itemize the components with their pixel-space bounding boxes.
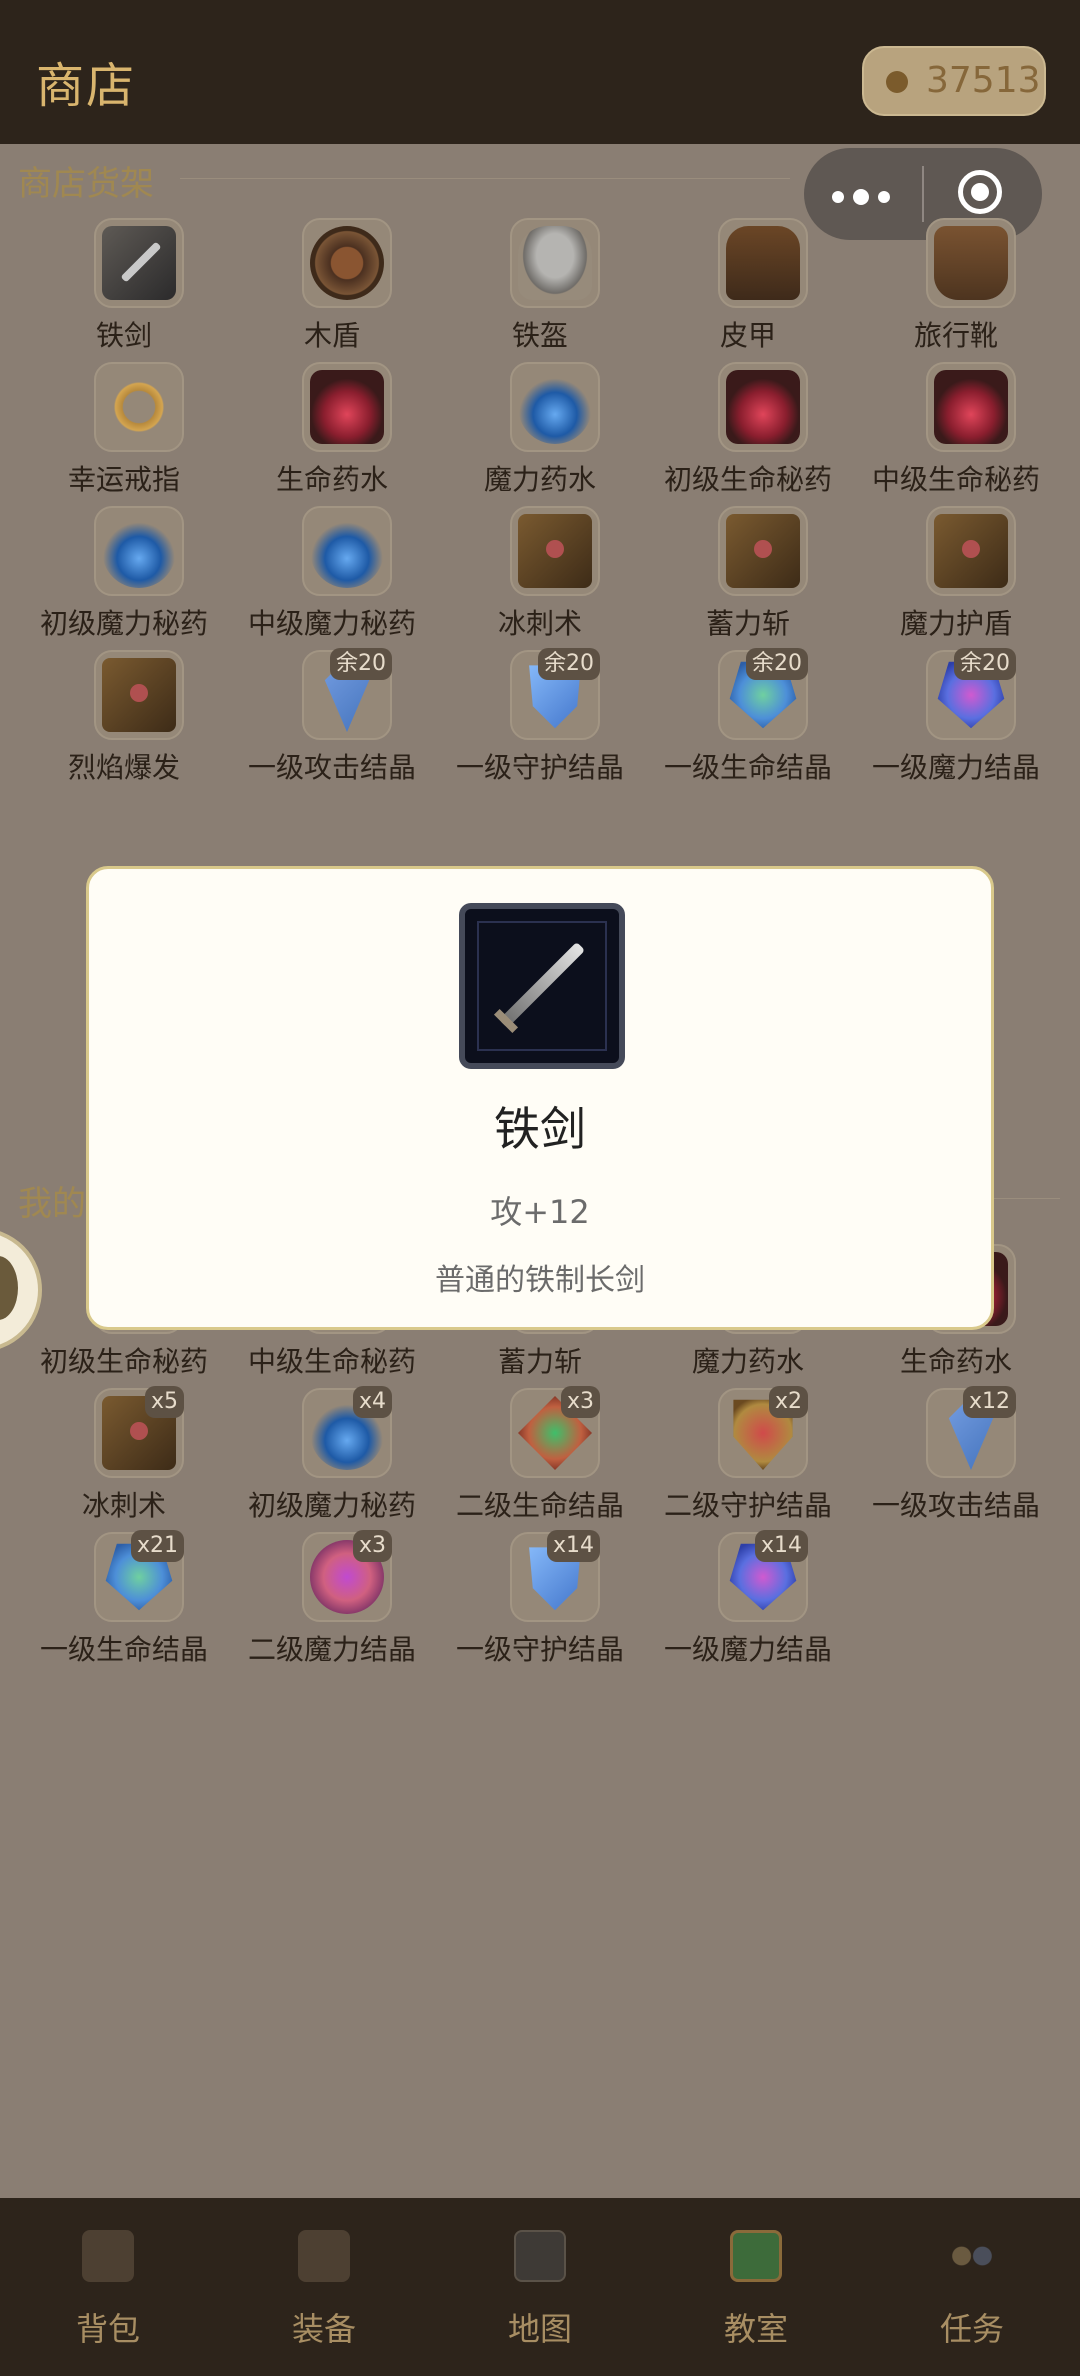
bag-icon: [82, 2230, 134, 2282]
map-icon: [514, 2230, 566, 2282]
modal-item-description: 普通的铁制长剑: [435, 1263, 645, 1298]
iron-sword-icon: [459, 903, 625, 1069]
equipment-icon: [298, 2230, 350, 2282]
tab-label: 教室: [723, 2310, 788, 2348]
modal-item-name: 铁剑: [494, 1102, 586, 1156]
tab-equipment[interactable]: 装备: [216, 2198, 432, 2376]
tab-classroom[interactable]: 教室: [648, 2198, 864, 2376]
item-detail-modal: 铁剑 攻+12 普通的铁制长剑: [86, 866, 994, 1330]
bottom-tab-bar: 背包 装备 地图 教室 任务: [0, 2198, 1080, 2376]
tab-map[interactable]: 地图: [432, 2198, 648, 2376]
tab-label: 任务: [939, 2310, 1004, 2348]
tab-quest[interactable]: 任务: [864, 2198, 1080, 2376]
tab-label: 地图: [507, 2310, 572, 2348]
sword-blade: [498, 941, 586, 1029]
quest-icon: [946, 2230, 998, 2282]
tab-bag[interactable]: 背包: [0, 2198, 216, 2376]
tab-label: 背包: [75, 2310, 140, 2348]
tab-label: 装备: [291, 2310, 356, 2348]
classroom-icon: [730, 2230, 782, 2282]
modal-item-stat: 攻+12: [490, 1193, 590, 1231]
